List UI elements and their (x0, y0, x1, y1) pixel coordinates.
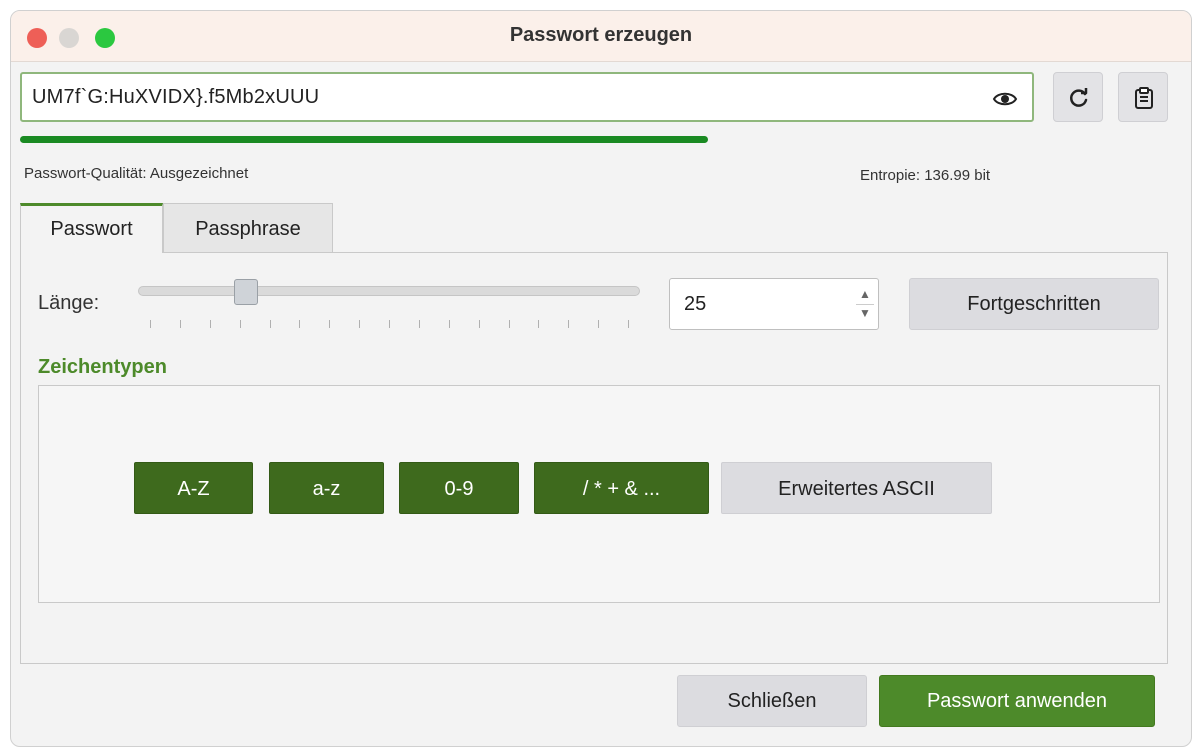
length-slider-thumb[interactable] (233, 279, 258, 305)
length-input[interactable]: 25 ▲ ▼ (669, 278, 879, 330)
slider-tick (508, 320, 510, 328)
slider-tick (209, 320, 211, 328)
close-button[interactable]: Schließen (677, 675, 867, 727)
slider-tick (568, 320, 570, 328)
slider-tick (628, 320, 629, 328)
slider-tick (359, 320, 361, 328)
charset-extended-ascii-button[interactable]: Erweitertes ASCII (721, 462, 992, 514)
tab-passphrase[interactable]: Passphrase (163, 203, 333, 253)
password-field[interactable]: UM7f`G:HuXVIDX}.f5Mb2xUUU (20, 72, 1034, 122)
advanced-button[interactable]: Fortgeschritten (909, 278, 1159, 330)
length-value[interactable]: 25 (684, 293, 706, 316)
charset-digits-button[interactable]: 0-9 (399, 462, 519, 514)
copy-button[interactable] (1118, 72, 1168, 122)
title-bar: Passwort erzeugen (11, 11, 1191, 62)
charset-uppercase-button[interactable]: A-Z (134, 462, 253, 514)
charset-special-button[interactable]: / * + & ... (534, 462, 709, 514)
slider-tick (538, 320, 540, 328)
slider-tick (448, 320, 450, 328)
length-slider[interactable] (138, 286, 640, 296)
slider-tick (478, 320, 480, 328)
tab-passwort[interactable]: Passwort (20, 203, 163, 253)
slider-tick (418, 320, 420, 328)
increment-icon[interactable]: ▲ (858, 288, 872, 300)
character-types-heading: Zeichentypen (38, 356, 167, 378)
slider-tick (269, 320, 271, 328)
slider-tick (389, 320, 390, 328)
length-label: Länge: (38, 292, 100, 314)
slider-tick (299, 320, 301, 328)
password-value[interactable]: UM7f`G:HuXVIDX}.f5Mb2xUUU (32, 86, 319, 109)
quality-label: Passwort-Qualität: Ausgezeichnet (24, 165, 249, 182)
decrement-icon[interactable]: ▼ (858, 307, 872, 319)
charset-lowercase-button[interactable]: a-z (269, 462, 384, 514)
slider-tick (239, 320, 241, 328)
window-title: Passwort erzeugen (509, 24, 693, 46)
slider-tick (150, 320, 151, 328)
quality-meter-fill (20, 136, 708, 143)
entropy-label: Entropie: 136.99 bit (860, 167, 991, 184)
slider-tick (179, 320, 181, 328)
spinner-divider (856, 304, 874, 305)
slider-tick (329, 320, 331, 328)
apply-password-button[interactable]: Passwort anwenden (879, 675, 1155, 727)
eye-icon[interactable] (992, 86, 1018, 112)
regenerate-button[interactable] (1053, 72, 1103, 122)
slider-tick (598, 320, 600, 328)
quality-meter (20, 136, 708, 143)
